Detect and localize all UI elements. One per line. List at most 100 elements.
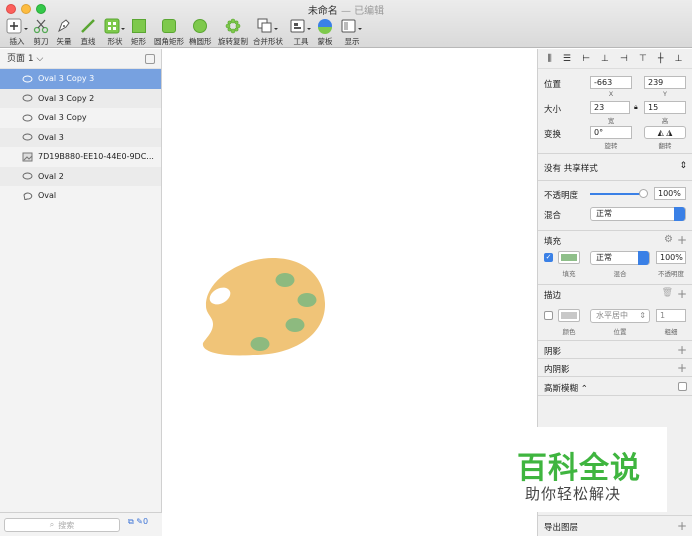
align-top-icon[interactable]: ⊤ (639, 54, 647, 64)
watermark-logo: 百科全说 助你轻松解决 (511, 427, 667, 512)
rotate-copy-button[interactable]: 旋转复制 (218, 18, 248, 47)
blend-mode-select[interactable]: 正常 (590, 207, 686, 221)
rectangle-icon (131, 19, 146, 33)
x-field[interactable]: -663 (590, 76, 632, 89)
insert-button[interactable]: 插入 (6, 18, 28, 47)
fill-enabled-checkbox[interactable]: ✓ (544, 253, 553, 262)
flip-vertical-icon[interactable]: ◮ (666, 128, 672, 137)
layer-name: Oval 3 Copy 2 (38, 93, 95, 103)
add-fill-icon[interactable]: + (677, 234, 687, 246)
shared-style-section[interactable]: 没有 共享样式 ⇕ (538, 153, 692, 180)
layer-row[interactable]: Oval (0, 186, 161, 206)
fill-blend-select[interactable]: 正常 (590, 251, 650, 265)
distribute-horizontal-icon[interactable]: ⫼ (548, 54, 552, 64)
border-width-field[interactable]: 1 (656, 309, 686, 322)
height-field[interactable]: 15 (644, 101, 686, 114)
palette-artwork[interactable] (202, 258, 326, 356)
rotation-field[interactable]: 0° (590, 126, 632, 139)
watermark-title: 百科全说 (517, 451, 641, 486)
add-inner-shadow-icon[interactable]: + (677, 362, 687, 374)
layers-list: Oval 3 Copy 3 Oval 3 Copy 2 Oval 3 Copy … (0, 69, 161, 206)
combine-shapes-button[interactable]: 合并形状 (253, 18, 283, 47)
page-selector[interactable]: 页面 1 ⌵ (0, 49, 161, 69)
border-color-swatch (561, 312, 577, 319)
opacity-slider[interactable] (590, 189, 648, 198)
rectangle-button[interactable]: 矩形 (131, 18, 146, 47)
layer-row[interactable]: Oval 3 Copy 3 (0, 69, 161, 89)
border-enabled-checkbox[interactable] (544, 311, 553, 320)
paint-dot[interactable] (285, 318, 305, 332)
oval-button[interactable]: 椭圆形 (189, 18, 212, 47)
pencil-icon: ✎ (136, 517, 143, 526)
toolbar: 插入 剪刀 矢量 直线 形状 矩形 圆角矩形 椭圆形 旋转复制 合并形状 工具 … (0, 16, 692, 48)
layer-name: Oval 3 Copy (38, 113, 87, 123)
opacity-field[interactable]: 100% (654, 187, 686, 200)
rounded-rectangle-button[interactable]: 圆角矩形 (154, 18, 184, 47)
fill-color-well[interactable] (558, 251, 580, 264)
rounded-rectangle-icon (162, 19, 176, 33)
layer-name: 7D19B880-EE10-44E0-9DC... (38, 152, 154, 162)
layer-name: Oval 3 Copy 3 (38, 74, 95, 84)
inner-shadow-section[interactable]: 内阴影 + (538, 358, 692, 376)
select-arrow-icon (674, 207, 685, 221)
distribute-vertical-icon[interactable]: ☰ (563, 54, 571, 64)
flip-horizontal-icon[interactable]: ◭ (658, 128, 664, 137)
view-icon (341, 19, 362, 33)
align-bottom-icon[interactable]: ⊥ (675, 54, 683, 64)
paint-dot[interactable] (275, 273, 295, 287)
align-center-icon[interactable]: ⊥ (601, 54, 609, 64)
tools-icon (290, 19, 311, 33)
shadow-section[interactable]: 阴影 + (538, 340, 692, 358)
export-section[interactable]: 导出图层 + (538, 515, 692, 536)
layer-count: 0 (142, 517, 149, 526)
layer-list-panel: 页面 1 ⌵ Oval 3 Copy 3 Oval 3 Copy 2 Oval … (0, 49, 162, 536)
oval-icon (22, 114, 33, 122)
layer-name: Oval 2 (38, 171, 64, 181)
add-border-icon[interactable]: + (677, 288, 687, 300)
shape-button[interactable]: 形状 (104, 18, 126, 47)
paint-dot[interactable] (297, 293, 317, 307)
width-field[interactable]: 23 (590, 101, 630, 114)
opacity-slider-knob[interactable] (639, 189, 648, 198)
blur-section[interactable]: 高斯模糊 ⌃ (538, 376, 692, 396)
paint-dot[interactable] (250, 337, 270, 351)
lock-icon[interactable]: 🔒︎ (634, 103, 638, 112)
align-right-icon[interactable]: ⊣ (620, 54, 628, 64)
chevron-updown-icon: ⇕ (639, 311, 646, 320)
layer-row[interactable]: 7D19B880-EE10-44E0-9DC... (0, 147, 161, 167)
layer-search-input[interactable]: ⌕ 搜索 (4, 518, 120, 532)
gear-icon[interactable]: ⚙ (664, 234, 673, 245)
oval-icon (22, 133, 33, 141)
view-button[interactable]: 显示 (341, 18, 363, 47)
add-page-icon[interactable] (145, 54, 155, 64)
layer-row[interactable]: Oval 3 (0, 127, 161, 147)
border-color-well[interactable] (558, 309, 580, 322)
add-shadow-icon[interactable]: + (677, 344, 687, 356)
canvas[interactable] (163, 49, 536, 536)
fill-opacity-field[interactable]: 100% (656, 251, 686, 264)
transform-label: 变换 (544, 130, 562, 140)
chevron-down-icon: ⌵ (36, 54, 44, 64)
flip-buttons[interactable]: ◭ ◮ (644, 126, 686, 139)
scissors-button[interactable]: 剪刀 (33, 18, 49, 47)
vector-button[interactable]: 矢量 (56, 18, 72, 47)
align-middle-icon[interactable]: ┼ (658, 54, 663, 64)
layer-filter-controls[interactable]: ⧉ ✎0 (128, 517, 148, 527)
layer-search-bar: ⌕ 搜索 ⧉ ✎0 (0, 512, 162, 536)
border-position-select[interactable]: 水平居中 ⇕ (590, 309, 650, 323)
tools-button[interactable]: 工具 (290, 18, 312, 47)
layer-row[interactable]: Oval 3 Copy 2 (0, 88, 161, 108)
border-row: 水平居中 ⇕ 1 颜色 位置 粗细 (538, 302, 692, 340)
mask-icon (318, 19, 332, 34)
layer-row[interactable]: Oval 2 (0, 166, 161, 186)
line-button[interactable]: 直线 (80, 18, 96, 47)
add-export-icon[interactable]: + (677, 520, 687, 532)
trash-icon[interactable]: 🗑︎ (662, 288, 673, 298)
combine-icon (257, 18, 278, 33)
blur-checkbox[interactable] (678, 382, 687, 391)
align-left-icon[interactable]: ⊢ (582, 54, 590, 64)
mask-button[interactable]: 蒙板 (317, 18, 333, 47)
y-field[interactable]: 239 (644, 76, 686, 89)
search-icon: ⌕ (49, 520, 55, 529)
layer-row[interactable]: Oval 3 Copy (0, 108, 161, 128)
